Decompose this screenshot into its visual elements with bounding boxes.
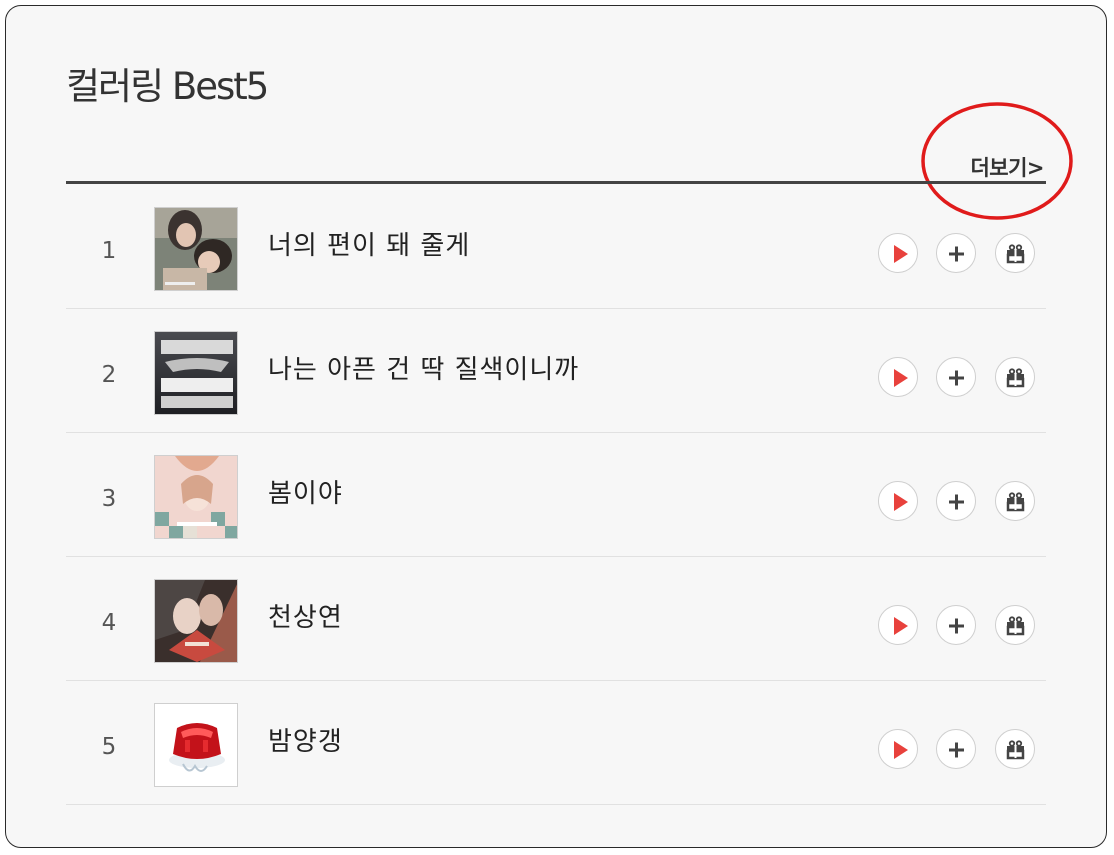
gift-button[interactable] xyxy=(995,729,1035,769)
add-button[interactable] xyxy=(936,729,976,769)
widget-title: 컬러링 Best5 xyxy=(66,65,269,108)
gift-button[interactable] xyxy=(995,481,1035,521)
gift-icon xyxy=(1006,740,1025,760)
plus-icon xyxy=(949,370,964,386)
gift-button[interactable] xyxy=(995,233,1035,273)
list-item: 2 나는 아픈 건 딱 질색이니까 xyxy=(66,309,1046,433)
album-cover-two-women[interactable] xyxy=(154,207,238,291)
play-icon xyxy=(894,617,908,635)
rank-number: 5 xyxy=(101,734,117,760)
gift-icon xyxy=(1006,244,1025,264)
list-item: 3 봄이야 xyxy=(66,433,1046,557)
play-button[interactable] xyxy=(878,605,918,645)
add-button[interactable] xyxy=(936,481,976,521)
plus-icon xyxy=(949,742,964,758)
add-button[interactable] xyxy=(936,233,976,273)
song-title[interactable]: 나는 아픈 건 딱 질색이니까 xyxy=(268,353,579,387)
album-cover-illustration[interactable] xyxy=(154,579,238,663)
add-button[interactable] xyxy=(936,357,976,397)
gift-button[interactable] xyxy=(995,357,1035,397)
list-item: 5 밤양갱 xyxy=(66,681,1046,805)
header-divider xyxy=(66,181,1046,184)
rank-number: 2 xyxy=(101,362,117,388)
song-title[interactable]: 천상연 xyxy=(268,601,343,635)
album-cover-flutter[interactable] xyxy=(154,455,238,539)
song-title[interactable]: 너의 편이 돼 줄게 xyxy=(268,229,470,263)
plus-icon xyxy=(949,246,964,262)
add-button[interactable] xyxy=(936,605,976,645)
album-cover-gidle-second-full-album[interactable] xyxy=(154,331,238,415)
gift-icon xyxy=(1006,616,1025,636)
gift-icon xyxy=(1006,492,1025,512)
song-list: 1 너의 편이 돼 줄게 2 나는 아픈 건 딱 질색이니까 3 봄이야 4 천… xyxy=(66,185,1046,805)
play-icon xyxy=(894,493,908,511)
play-button[interactable] xyxy=(878,233,918,273)
list-item: 4 천상연 xyxy=(66,557,1046,681)
album-cover-red-jelly[interactable] xyxy=(154,703,238,787)
rank-number: 3 xyxy=(101,486,117,512)
play-icon xyxy=(894,741,908,759)
song-title[interactable]: 봄이야 xyxy=(268,477,343,511)
play-icon xyxy=(894,369,908,387)
plus-icon xyxy=(949,618,964,634)
best5-widget: 컬러링 Best5 더보기> 1 너의 편이 돼 줄게 2 나는 아픈 건 딱 … xyxy=(5,5,1107,848)
gift-icon xyxy=(1006,368,1025,388)
play-button[interactable] xyxy=(878,357,918,397)
rank-number: 4 xyxy=(101,610,117,636)
more-link[interactable]: 더보기> xyxy=(970,152,1044,182)
list-item: 1 너의 편이 돼 줄게 xyxy=(66,185,1046,309)
play-button[interactable] xyxy=(878,729,918,769)
play-icon xyxy=(894,245,908,263)
rank-number: 1 xyxy=(101,238,117,264)
song-title[interactable]: 밤양갱 xyxy=(268,725,343,759)
plus-icon xyxy=(949,494,964,510)
gift-button[interactable] xyxy=(995,605,1035,645)
play-button[interactable] xyxy=(878,481,918,521)
